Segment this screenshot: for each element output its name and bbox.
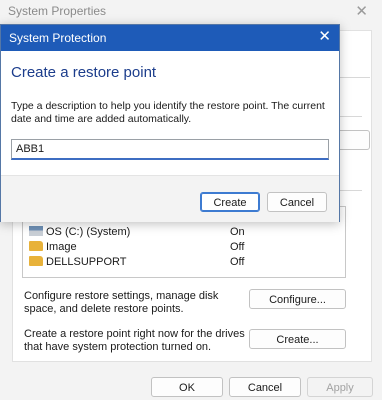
tab-strip-edge <box>338 77 370 78</box>
dialog-cancel-button[interactable]: Cancel <box>267 192 327 212</box>
drive-name: OS (C:) (System) <box>46 226 131 238</box>
list-item[interactable]: OS (C:) (System) On <box>29 225 245 239</box>
dialog-title: System Protection <box>9 31 107 45</box>
dialog-description: Type a description to help you identify … <box>11 100 325 125</box>
create-button[interactable]: Create <box>200 192 260 212</box>
dialog-heading: Create a restore point <box>11 64 157 81</box>
drive-status: Off <box>230 241 245 253</box>
list-item[interactable]: Image Off <box>29 240 244 254</box>
dialog-titlebar[interactable]: System Protection ✕ <box>1 25 339 51</box>
drive-status: On <box>230 226 245 238</box>
drive-name: DELLSUPPORT <box>46 256 127 268</box>
obscured-button-edge[interactable] <box>336 130 370 150</box>
folder-icon <box>29 241 43 251</box>
dialog-footer: Create Cancel <box>1 175 339 222</box>
apply-button[interactable]: Apply <box>307 377 373 397</box>
configure-button[interactable]: Configure... <box>249 289 346 309</box>
create-description: Create a restore point right now for the… <box>24 328 245 353</box>
folder-icon <box>29 256 43 266</box>
system-drive-icon <box>29 226 43 236</box>
configure-description: Configure restore settings, manage disk … <box>24 290 219 315</box>
system-properties-title: System Properties <box>8 4 107 18</box>
create-restore-point-button[interactable]: Create... <box>249 329 346 349</box>
close-icon[interactable]: ✕ <box>318 29 331 45</box>
drive-name: Image <box>46 241 77 253</box>
section-divider-edge-2 <box>338 190 362 191</box>
drive-status: Off <box>230 256 245 268</box>
cancel-button[interactable]: Cancel <box>229 377 301 397</box>
restore-point-description-input[interactable] <box>11 139 329 160</box>
list-item[interactable]: DELLSUPPORT Off <box>29 255 244 269</box>
system-properties-close-icon[interactable]: ✕ <box>355 2 368 20</box>
system-protection-dialog: System Protection ✕ Create a restore poi… <box>0 24 340 222</box>
ok-button[interactable]: OK <box>151 377 223 397</box>
section-divider-edge <box>338 116 362 117</box>
